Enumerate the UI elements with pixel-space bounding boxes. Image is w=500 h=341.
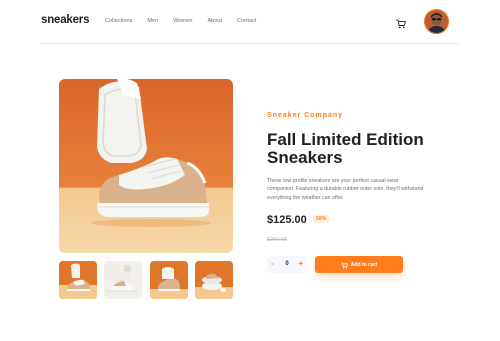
thumbnail-2[interactable] bbox=[104, 261, 143, 299]
thumbnail-3[interactable] bbox=[149, 261, 188, 299]
user-avatar[interactable] bbox=[424, 9, 449, 34]
cart-icon[interactable] bbox=[396, 16, 406, 29]
current-price: $125.00 bbox=[267, 214, 307, 226]
company-label: Sneaker Company bbox=[267, 112, 344, 119]
quantity-stepper: - 0 + bbox=[267, 256, 307, 273]
product-main-image[interactable] bbox=[59, 79, 233, 253]
nav-link-women[interactable]: Women bbox=[173, 18, 192, 24]
original-price: $250.00 bbox=[267, 237, 287, 243]
cart-icon bbox=[341, 256, 348, 274]
thumbnail-4[interactable] bbox=[194, 261, 233, 299]
product-description: These low-profile sneakers are your perf… bbox=[267, 178, 424, 201]
nav-link-collections[interactable]: Collections bbox=[105, 18, 132, 24]
nav-link-about[interactable]: About bbox=[207, 18, 222, 24]
add-to-cart-label: Add to cart bbox=[350, 261, 378, 268]
quantity-increase-button[interactable]: + bbox=[298, 259, 303, 268]
thumbnail-1[interactable] bbox=[59, 261, 97, 299]
product-title: Fall Limited Edition Sneakers bbox=[267, 130, 424, 167]
nav-link-men[interactable]: Men bbox=[147, 18, 158, 24]
logo[interactable]: sneakers bbox=[41, 14, 89, 26]
main-nav: Collections Men Women About Contact bbox=[105, 18, 271, 24]
thumbnail-strip bbox=[59, 261, 240, 299]
discount-badge: 50% bbox=[313, 215, 330, 223]
site-header: sneakers Collections Men Women About Con… bbox=[41, 0, 459, 44]
add-to-cart-button[interactable]: Add to cart bbox=[315, 256, 403, 273]
nav-link-contact[interactable]: Contact bbox=[237, 18, 256, 24]
